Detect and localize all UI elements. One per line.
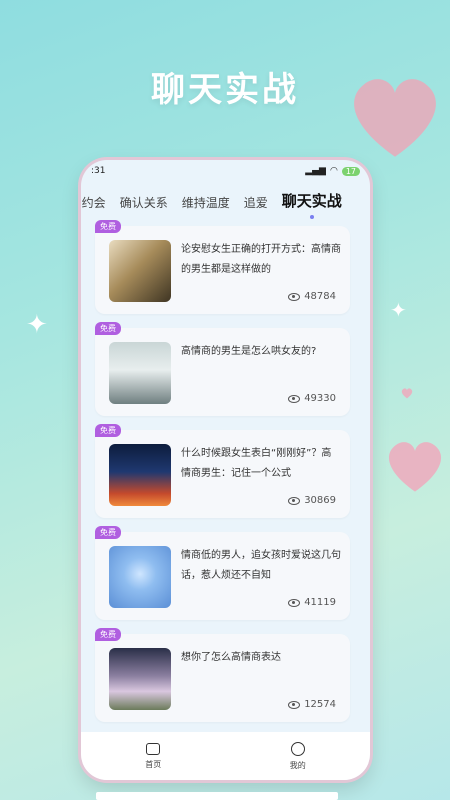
article-title: 高情商的男生是怎么哄女友的? [181,346,317,357]
article-thumbnail [109,240,171,302]
tab-confirm-relationship[interactable]: 确认关系 [120,194,168,211]
view-count-value: 30869 [304,495,336,506]
nav-home[interactable]: 首页 [145,742,162,770]
article-title: 论安慰女生正确的打开方式：高情商的男生都是这样做的 [181,244,341,275]
tab-pursue[interactable]: 追爱 [244,194,268,211]
article-title: 想你了怎么高情商表达 [181,652,281,663]
status-time: :31 [91,166,106,176]
article-card[interactable]: 免费 高情商的男生是怎么哄女友的? 49330 [95,322,350,416]
free-badge: 免费 [95,220,121,233]
article-thumbnail [109,342,171,404]
bottom-strip [96,792,338,800]
heart-icon [354,79,436,157]
tab-dating[interactable]: ]约会 [81,194,106,211]
view-count: 30869 [288,495,336,506]
sparkle-icon: ✦ [26,310,48,340]
article-title: 情商低的男人，追女孩时爱说这几句话，惹人烦还不自知 [181,550,341,581]
eye-icon [288,700,301,709]
view-count-value: 48784 [304,291,336,302]
view-count: 12574 [288,699,336,710]
heart-icon [401,388,413,399]
status-bar: :31 ▂▄▆ ◠ 17 [81,160,370,182]
heart-icon [388,442,442,492]
eye-icon [288,496,301,505]
article-card[interactable]: 免费 什么时候跟女生表白“刚刚好”？高情商男生：记住一个公式 30869 [95,424,350,518]
article-card[interactable]: 免费 情商低的男人，追女孩时爱说这几句话，惹人烦还不自知 41119 [95,526,350,620]
article-title: 什么时候跟女生表白“刚刚好”？高情商男生：记住一个公式 [181,448,332,479]
free-badge: 免费 [95,628,121,641]
article-card[interactable]: 免费 想你了怎么高情商表达 12574 [95,628,350,722]
eye-icon [288,394,301,403]
sparkle-icon: ✦ [390,298,407,322]
view-count: 48784 [288,291,336,302]
view-count-value: 41119 [304,597,336,608]
signal-icon: ▂▄▆ [305,166,326,176]
view-count: 49330 [288,393,336,404]
nav-home-label: 首页 [145,759,162,769]
tab-keep-warm[interactable]: 维持温度 [182,194,230,211]
tab-chat-practice[interactable]: 聊天实战 [282,190,342,211]
free-badge: 免费 [95,526,121,539]
battery-indicator: 17 [341,166,360,176]
free-badge: 免费 [95,424,121,437]
phone-frame: :31 ▂▄▆ ◠ 17 ]约会 确认关系 维持温度 追爱 聊天实战 免费 论安… [81,160,370,780]
home-mail-icon [146,742,161,755]
article-thumbnail [109,444,171,506]
free-badge: 免费 [95,322,121,335]
eye-icon [288,292,301,301]
view-count-value: 49330 [304,393,336,404]
nav-mine[interactable]: 我的 [289,741,306,771]
article-card[interactable]: 免费 论安慰女生正确的打开方式：高情商的男生都是这样做的 48784 [95,220,350,314]
smile-icon [290,741,305,756]
view-count-value: 12574 [304,699,336,710]
category-tabs: ]约会 确认关系 维持温度 追爱 聊天实战 [81,190,342,211]
bottom-navigation: 首页 我的 [81,732,370,780]
nav-mine-label: 我的 [289,760,306,770]
article-thumbnail [109,546,171,608]
wifi-icon: ◠ [329,166,338,176]
view-count: 41119 [288,597,336,608]
article-thumbnail [109,648,171,710]
article-list: 免费 论安慰女生正确的打开方式：高情商的男生都是这样做的 48784 免费 高情… [95,220,350,736]
eye-icon [288,598,301,607]
